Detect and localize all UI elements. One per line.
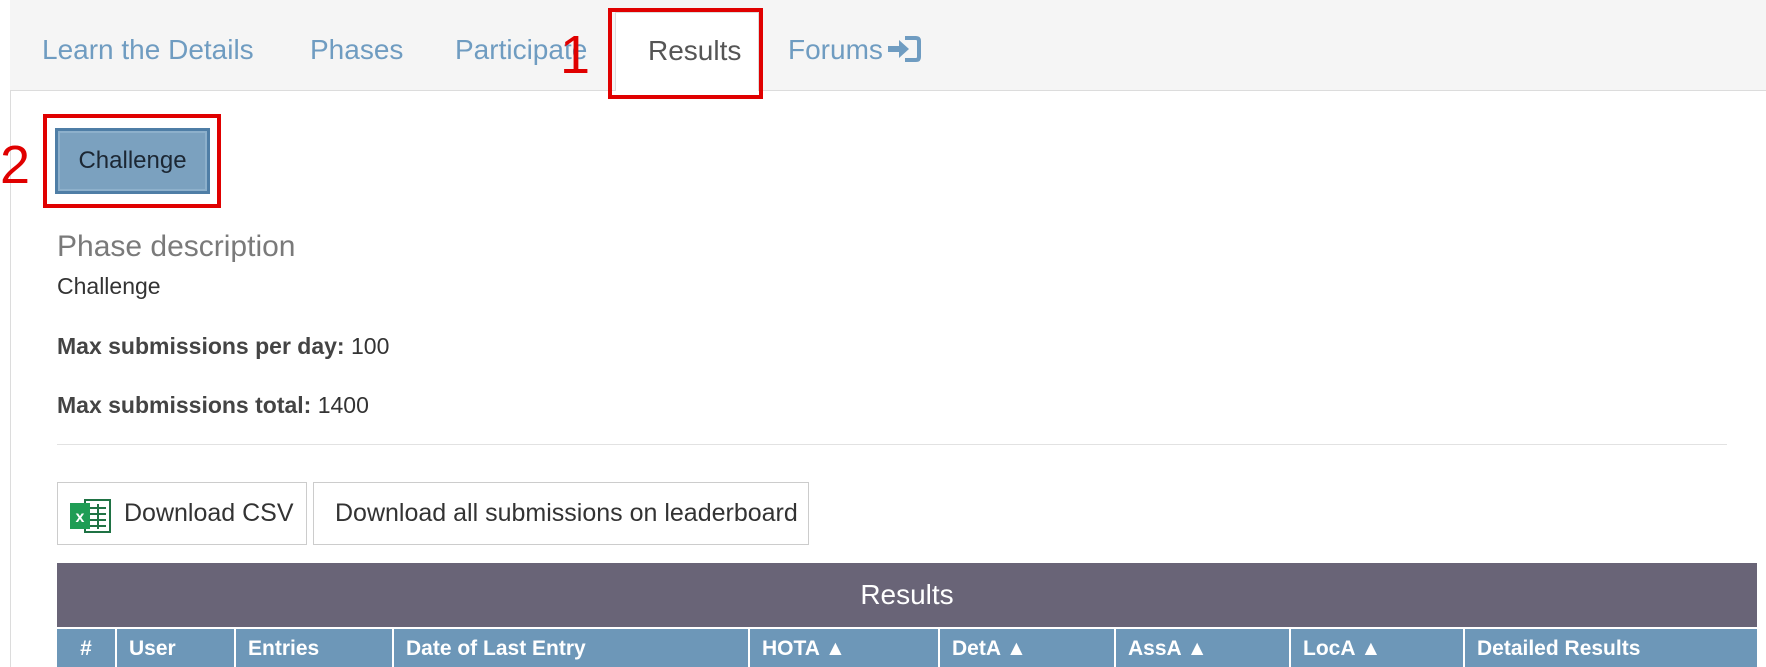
annotation-number-2: 2 xyxy=(0,135,31,195)
column-header-rank[interactable]: # xyxy=(57,629,117,667)
phase-description-text: Challenge xyxy=(57,273,161,299)
max-submissions-per-day: Max submissions per day: 100 xyxy=(57,333,389,360)
results-table-title: Results xyxy=(57,563,1757,627)
column-header-date-of-last-entry[interactable]: Date of Last Entry xyxy=(394,629,750,667)
column-header-loca[interactable]: LocA ▲ xyxy=(1291,629,1465,667)
results-table-header-row: # User Entries Date of Last Entry HOTA ▲… xyxy=(57,629,1757,667)
annotation-box-results-tab xyxy=(608,8,763,99)
download-csv-label: Download CSV xyxy=(124,499,294,527)
annotation-number-1: 1 xyxy=(560,25,591,85)
section-divider xyxy=(57,444,1727,445)
excel-icon: x xyxy=(68,497,112,535)
download-csv-button[interactable]: x Download CSV xyxy=(57,482,307,545)
column-header-entries[interactable]: Entries xyxy=(236,629,394,667)
max-total-value: 1400 xyxy=(317,392,369,418)
column-header-user[interactable]: User xyxy=(117,629,236,667)
phase-description-title: Phase description xyxy=(57,230,296,263)
svg-text:x: x xyxy=(76,509,85,526)
column-header-detailed-results[interactable]: Detailed Results xyxy=(1465,629,1757,667)
tab-forums-label: Forums xyxy=(788,34,883,65)
tab-learn-the-details[interactable]: Learn the Details xyxy=(42,34,254,66)
max-per-day-label: Max submissions per day: xyxy=(57,333,345,359)
column-header-deta[interactable]: DetA ▲ xyxy=(940,629,1116,667)
tab-phases[interactable]: Phases xyxy=(310,34,403,66)
annotation-box-challenge-button xyxy=(43,114,221,208)
column-header-hota[interactable]: HOTA ▲ xyxy=(750,629,940,667)
max-submissions-total: Max submissions total: 1400 xyxy=(57,392,369,419)
max-total-label: Max submissions total: xyxy=(57,392,312,418)
column-header-assa[interactable]: AssA ▲ xyxy=(1116,629,1291,667)
tab-forums[interactable]: Forums xyxy=(788,34,921,69)
max-per-day-value: 100 xyxy=(350,333,390,359)
sign-in-icon xyxy=(887,36,921,69)
download-all-submissions-button[interactable]: Download all submissions on leaderboard xyxy=(313,482,809,545)
